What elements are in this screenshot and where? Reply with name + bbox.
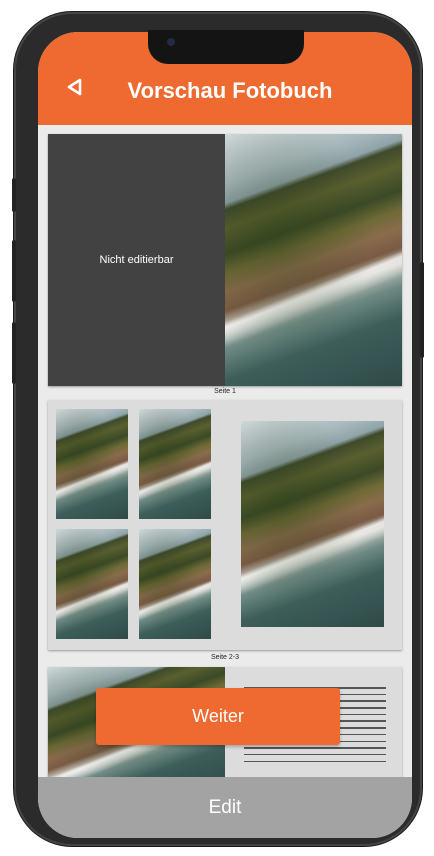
right-page-photo[interactable] xyxy=(241,421,384,627)
grid-photo-3[interactable] xyxy=(56,529,128,639)
phone-notch xyxy=(148,30,304,64)
spread-page-1[interactable]: Nicht editierbar xyxy=(48,134,402,386)
grid-photo-1[interactable] xyxy=(56,409,128,519)
spread-label-1: Seite 1 xyxy=(214,388,236,395)
phone-volume-up xyxy=(12,240,16,302)
phone-power-button xyxy=(420,262,424,358)
spread-page-2-3[interactable] xyxy=(48,400,402,650)
page-title: Vorschau Fotobuch xyxy=(127,78,333,103)
front-camera-icon xyxy=(167,38,175,46)
preview-scroll-area[interactable]: Nicht editierbar Seite 1 Seite 2-3 xyxy=(38,125,412,787)
phone-side-button xyxy=(12,178,16,212)
edit-button[interactable]: Edit xyxy=(38,777,412,838)
cover-photo[interactable] xyxy=(225,134,402,386)
phone-volume-down xyxy=(12,322,16,384)
grid-photo-2[interactable] xyxy=(139,409,211,519)
weiter-button[interactable]: Weiter xyxy=(96,688,340,745)
grid-photo-4[interactable] xyxy=(139,529,211,639)
non-editable-label: Nicht editierbar xyxy=(99,254,174,266)
non-editable-placeholder: Nicht editierbar xyxy=(48,134,225,386)
spread-label-2-3: Seite 2-3 xyxy=(210,654,240,661)
phone-screen: Vorschau Fotobuch Nicht editierbar Seite… xyxy=(38,32,412,838)
